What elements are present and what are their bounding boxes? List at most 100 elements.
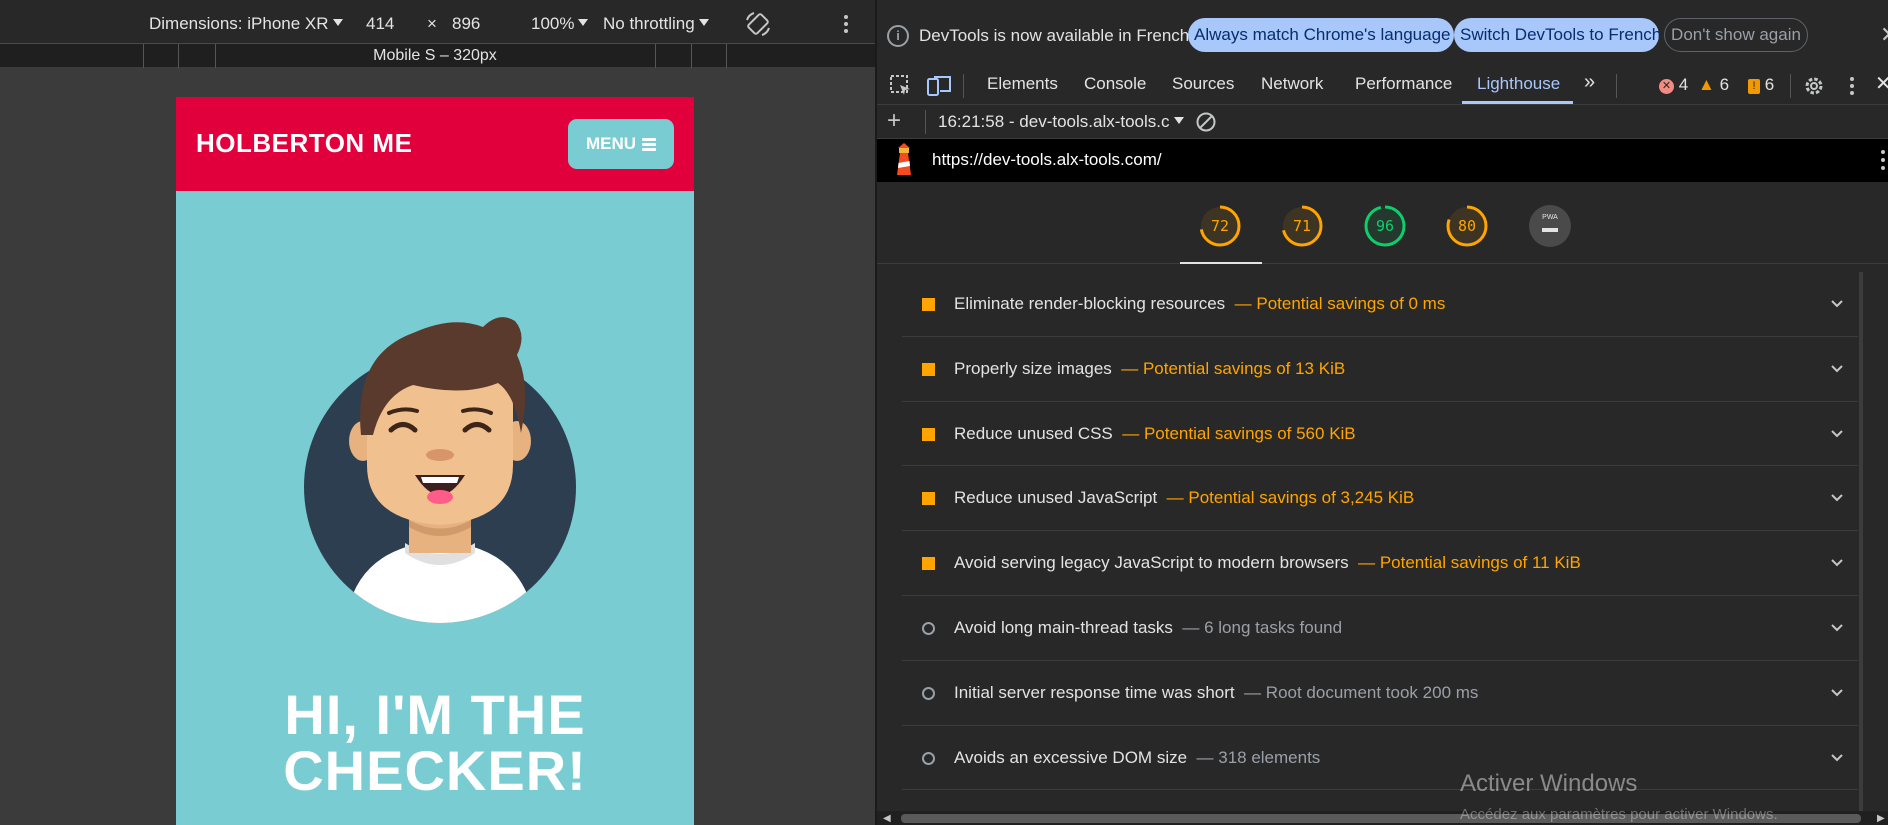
chevron-down-icon <box>1831 300 1843 308</box>
toolbar-divider <box>925 110 926 134</box>
device-select[interactable]: Dimensions: iPhone XR <box>149 14 343 34</box>
lighthouse-report-bar: + 16:21:58 - dev-tools.alx-tools.c <box>877 105 1888 139</box>
scroll-right-icon[interactable]: ▶ <box>1877 813 1885 824</box>
hero-title: HI, I'M THE CHECKER! <box>176 687 694 799</box>
more-options-icon[interactable] <box>1849 76 1855 96</box>
clear-reports-icon[interactable] <box>1195 111 1217 133</box>
times-symbol: × <box>427 14 437 33</box>
warnings-count: 6 <box>1719 75 1730 94</box>
active-score-indicator <box>1180 262 1262 264</box>
emulated-page: HOLBERTON ME MENU HI, I'M THE CHECKER! <box>176 97 694 825</box>
score-gauges: 72 71 96 80 PWA <box>877 182 1888 264</box>
audit-item[interactable]: Avoid long main-thread tasks — 6 long ta… <box>902 596 1858 661</box>
chevron-down-icon <box>332 19 343 26</box>
audit-item[interactable]: Reduce unused JavaScript — Potential sav… <box>902 466 1858 532</box>
chevron-down-icon <box>1831 689 1843 697</box>
warning-icon: ▲ <box>1698 75 1715 94</box>
chevron-down-icon <box>1831 429 1843 438</box>
device-emulation-pane: Dimensions: iPhone XR 414 × 896 100% No … <box>0 0 875 825</box>
audit-title: Reduce unused CSS <box>954 423 1113 443</box>
score-value: 72 <box>1210 217 1230 235</box>
info-icon: i <box>887 25 909 47</box>
audit-item[interactable]: Reduce unused CSS — Potential savings of… <box>902 402 1858 467</box>
audit-title: Eliminate render-blocking resources <box>954 294 1226 313</box>
issues-count: 6 <box>1764 75 1775 94</box>
report-url[interactable]: https://dev-tools.alx-tools.com/ <box>932 150 1162 170</box>
match-language-button[interactable]: Always match Chrome's language <box>1188 18 1454 52</box>
zoom-label: 100% <box>531 14 575 33</box>
active-tab-indicator <box>1462 101 1573 104</box>
audit-item[interactable]: Properly size images — Potential savings… <box>902 337 1858 402</box>
audit-detail: — Potential savings of 560 KiB <box>1122 423 1356 443</box>
audit-detail: — Potential savings of 3,245 KiB <box>1166 488 1415 508</box>
zoom-select[interactable]: 100% <box>531 14 589 34</box>
device-toolbar-icon[interactable] <box>926 74 952 98</box>
audit-item[interactable]: Initial server response time was short —… <box>902 661 1858 726</box>
menu-button-label: MENU <box>585 134 637 153</box>
tab-sources[interactable]: Sources <box>1172 74 1234 94</box>
site-brand[interactable]: HOLBERTON ME <box>196 128 412 159</box>
chevron-down-icon <box>1831 494 1843 502</box>
windows-activation-watermark: Activer Windows <box>1460 770 1638 797</box>
audit-detail: — 6 long tasks found <box>1182 617 1343 637</box>
tab-console[interactable]: Console <box>1084 74 1146 94</box>
more-options-icon[interactable] <box>1880 149 1886 171</box>
pwa-badge-icon[interactable] <box>1528 204 1572 248</box>
more-options-icon[interactable] <box>843 14 849 34</box>
language-infobar: i DevTools is now available in French! A… <box>877 0 1888 67</box>
width-input[interactable]: 414 <box>366 14 394 34</box>
device-toolbar: Dimensions: iPhone XR 414 × 896 100% No … <box>0 0 875 43</box>
scroll-left-icon[interactable]: ◀ <box>883 813 891 824</box>
switch-language-button[interactable]: Switch DevTools to French <box>1454 18 1661 52</box>
menu-button[interactable]: MENU <box>568 119 674 169</box>
throttling-select[interactable]: No throttling <box>603 14 709 34</box>
tab-elements[interactable]: Elements <box>987 74 1058 94</box>
audit-detail: — Root document took 200 ms <box>1244 682 1479 702</box>
audit-title: Reduce unused JavaScript <box>954 488 1158 508</box>
settings-gear-icon[interactable] <box>1802 74 1826 98</box>
vertical-scrollbar[interactable] <box>1859 272 1863 812</box>
errors-count: 4 <box>1678 75 1689 94</box>
toolbar-divider <box>1616 74 1617 98</box>
tab-lighthouse[interactable]: Lighthouse <box>1477 74 1560 94</box>
audit-title: Avoid serving legacy JavaScript to moder… <box>954 553 1349 573</box>
media-query-bar[interactable]: Mobile S – 320px <box>0 43 875 68</box>
issues-icon: ! <box>1748 79 1760 94</box>
chevron-down-icon <box>1173 117 1184 124</box>
hero-title-line: CHECKER! <box>283 739 587 802</box>
rotate-icon[interactable] <box>744 11 772 37</box>
height-input[interactable]: 896 <box>452 14 480 34</box>
audit-title: Avoids an excessive DOM size <box>954 747 1188 767</box>
tab-performance[interactable]: Performance <box>1355 74 1452 94</box>
average-status-icon <box>922 298 935 311</box>
audit-item[interactable]: Avoid serving legacy JavaScript to moder… <box>902 531 1858 596</box>
dont-show-again-button[interactable]: Don't show again <box>1664 18 1808 52</box>
new-report-icon[interactable]: + <box>887 107 901 135</box>
lighthouse-logo-icon <box>897 143 911 175</box>
average-status-icon <box>922 427 935 441</box>
issues-badge[interactable]: ! 6 <box>1748 75 1774 95</box>
hamburger-icon <box>642 138 657 151</box>
audit-item[interactable]: Eliminate render-blocking resources — Po… <box>902 272 1858 337</box>
inspect-element-icon[interactable] <box>889 74 913 98</box>
errors-badge[interactable]: ✕ 4 <box>1659 75 1688 95</box>
tab-network[interactable]: Network <box>1261 74 1323 94</box>
chevron-down-icon <box>578 19 589 26</box>
toolbar-divider <box>963 74 964 98</box>
windows-activation-subtitle: Accédez aux paramètres pour activer Wind… <box>1460 806 1778 823</box>
close-icon[interactable]: ✕ <box>1880 22 1888 48</box>
report-select-label: 16:21:58 - dev-tools.alx-tools.c <box>938 112 1170 131</box>
report-select[interactable]: 16:21:58 - dev-tools.alx-tools.c <box>938 112 1184 132</box>
audit-item[interactable]: Avoids an excessive DOM size — 318 eleme… <box>902 726 1858 791</box>
chevron-down-icon <box>1831 365 1843 373</box>
warnings-badge[interactable]: ▲ 6 <box>1698 75 1729 95</box>
more-tabs-icon[interactable]: » <box>1584 71 1595 94</box>
close-devtools-icon[interactable]: ✕ <box>1875 71 1888 96</box>
audit-title: Properly size images <box>954 358 1112 378</box>
error-icon: ✕ <box>1659 79 1674 94</box>
audit-detail: — Potential savings of 13 KiB <box>1121 358 1346 378</box>
chevron-down-icon <box>698 19 709 26</box>
throttling-label: No throttling <box>603 14 695 33</box>
pwa-label: PWA <box>1542 214 1558 221</box>
informative-status-icon <box>922 686 935 700</box>
